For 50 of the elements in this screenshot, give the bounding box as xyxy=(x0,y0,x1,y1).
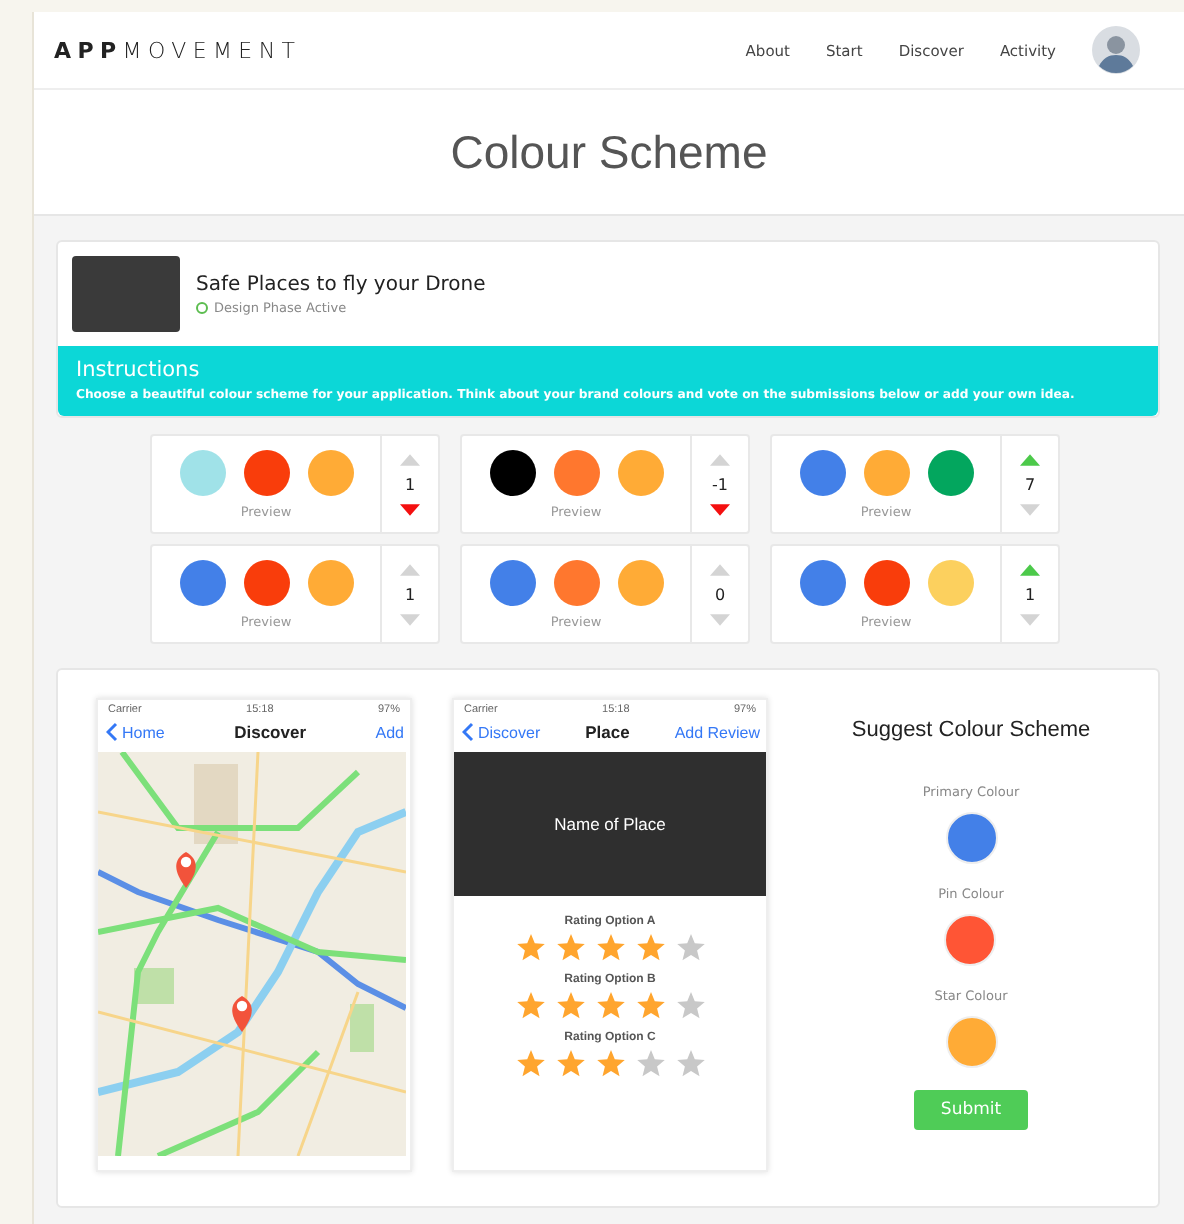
vote-count: 0 xyxy=(714,585,726,603)
star-icon[interactable] xyxy=(675,1050,705,1078)
star-icon[interactable] xyxy=(595,934,625,962)
upvote-icon[interactable] xyxy=(400,453,420,465)
downvote-icon[interactable] xyxy=(710,503,730,515)
star-icon[interactable] xyxy=(675,992,705,1020)
action-link[interactable]: Add Review xyxy=(674,723,760,741)
colour-picker[interactable] xyxy=(945,1016,997,1068)
submit-button[interactable]: Submit xyxy=(914,1090,1028,1130)
back-link[interactable]: Discover xyxy=(462,722,541,742)
upvote-icon[interactable] xyxy=(400,563,420,575)
star-icon[interactable] xyxy=(515,934,545,962)
upvote-icon[interactable] xyxy=(710,453,730,465)
star-icon[interactable] xyxy=(635,1050,665,1078)
back-link[interactable]: Home xyxy=(106,722,165,742)
screen-title: Discover xyxy=(234,722,307,742)
avatar-icon[interactable] xyxy=(1092,26,1140,74)
screen-title: Place xyxy=(585,722,630,742)
star-icon[interactable] xyxy=(635,934,665,962)
star-icon[interactable] xyxy=(595,1050,625,1078)
star-icon[interactable] xyxy=(595,992,625,1020)
vote-count: -1 xyxy=(712,475,728,493)
upvote-icon[interactable] xyxy=(710,563,730,575)
star-icon[interactable] xyxy=(555,934,585,962)
vote-count: 1 xyxy=(1024,585,1036,603)
page-title: Colour Scheme xyxy=(450,125,768,179)
star-icon[interactable] xyxy=(515,1050,545,1078)
logo[interactable]: APP MOVEMENT xyxy=(54,37,302,63)
vote-count: 7 xyxy=(1024,475,1036,493)
photo-placeholder xyxy=(72,256,180,332)
star-icon[interactable] xyxy=(675,934,705,962)
star-icon[interactable] xyxy=(635,992,665,1020)
downvote-icon[interactable] xyxy=(400,503,420,515)
place-name: Name of Place xyxy=(554,814,666,834)
star-icon[interactable] xyxy=(555,992,585,1020)
vote-count: 1 xyxy=(404,475,416,493)
upvote-icon[interactable] xyxy=(1020,563,1040,575)
instructions-title: Instructions xyxy=(76,358,202,382)
star-icon[interactable] xyxy=(515,992,545,1020)
suggest-title: Suggest Colour Scheme xyxy=(851,718,1091,742)
upvote-icon[interactable] xyxy=(1020,453,1040,465)
chevron-icon xyxy=(106,722,118,742)
vote-count: 1 xyxy=(404,585,416,603)
status-icon xyxy=(196,301,208,313)
colour-picker[interactable] xyxy=(944,914,997,966)
app-name: Safe Places to fly your Drone xyxy=(196,273,486,295)
star-icon[interactable] xyxy=(555,1050,585,1078)
chevron-icon xyxy=(462,722,474,742)
colour-picker[interactable] xyxy=(945,812,997,864)
action-link[interactable]: Add xyxy=(375,723,404,741)
